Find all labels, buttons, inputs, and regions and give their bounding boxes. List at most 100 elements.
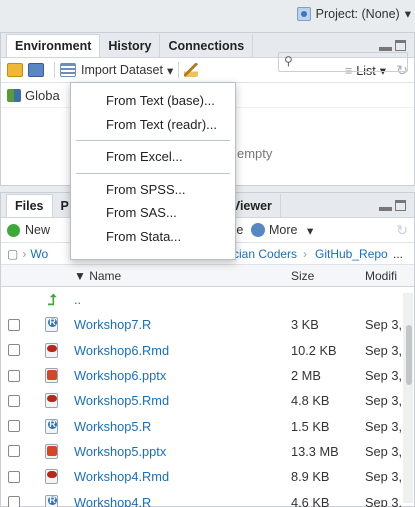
file-modified: Sep 3, — [365, 418, 402, 434]
scrollbar-thumb[interactable] — [406, 325, 412, 385]
file-modified: Sep 3, — [365, 342, 402, 358]
home-icon[interactable]: ▢ — [7, 247, 18, 261]
file-name[interactable]: Workshop6.pptx — [74, 368, 166, 383]
file-checkbox[interactable] — [8, 344, 20, 357]
file-row[interactable]: Workshop5.Rmd 4.8 KB Sep 3, — [1, 388, 414, 413]
open-folder-icon[interactable] — [7, 63, 23, 77]
column-modified[interactable]: Modifi — [365, 269, 397, 283]
file-row[interactable]: Workshop4.R 4.6 KB Sep 3, — [1, 489, 414, 507]
up-arrow-icon: ⮥ — [48, 292, 57, 309]
env-scope-label[interactable]: Globa — [25, 88, 60, 103]
file-size: 3 KB — [291, 317, 319, 333]
file-row[interactable]: Workshop4.Rmd 8.9 KB Sep 3, — [1, 464, 414, 489]
minimize-icon[interactable] — [379, 47, 392, 51]
file-name[interactable]: Workshop5.R — [74, 419, 151, 434]
r-file-icon — [45, 317, 58, 333]
gear-icon — [251, 223, 265, 237]
menu-divider — [76, 140, 230, 141]
file-row[interactable]: Workshop6.pptx 2 MB Sep 3, — [1, 363, 414, 388]
file-size: 13.3 MB — [291, 443, 339, 459]
project-icon — [296, 6, 311, 21]
rmd-file-icon — [45, 469, 58, 485]
new-folder-button[interactable]: New — [25, 223, 50, 237]
menu-item[interactable]: From SPSS... — [71, 178, 235, 202]
tab-history[interactable]: History — [100, 34, 161, 57]
column-name[interactable]: ▼ Name — [74, 269, 121, 283]
env-search-input[interactable]: ⚲ — [278, 52, 408, 72]
chevron-down-icon[interactable]: ▾ — [307, 223, 313, 238]
column-size[interactable]: Size — [291, 269, 314, 283]
file-checkbox[interactable] — [8, 394, 20, 407]
tab-files[interactable]: Files — [6, 194, 53, 217]
file-size: 10.2 KB — [291, 342, 337, 358]
file-modified: Sep 3, — [365, 469, 402, 485]
project-menu[interactable]: Project: (None) ▾ — [296, 6, 411, 21]
toolbar-divider — [54, 62, 55, 78]
r-file-icon — [45, 494, 58, 507]
file-size: 4.8 KB — [291, 393, 330, 409]
tab-connections[interactable]: Connections — [160, 34, 254, 57]
file-modified: Sep 3, — [365, 317, 402, 333]
parent-dir-label[interactable]: .. — [74, 292, 81, 307]
file-size: 2 MB — [291, 368, 321, 384]
file-name[interactable]: Workshop5.Rmd — [74, 393, 169, 408]
broom-icon[interactable] — [184, 63, 199, 77]
menu-item[interactable]: From Stata... — [71, 225, 235, 249]
import-dataset-button[interactable]: Import Dataset — [81, 63, 163, 77]
parent-dir-row[interactable]: ⮥ .. — [1, 287, 414, 312]
refresh-icon[interactable]: ↻ — [396, 222, 408, 239]
tab-environment[interactable]: Environment — [6, 34, 101, 57]
file-row[interactable]: Workshop5.pptx 13.3 MB Sep 3, — [1, 439, 414, 464]
file-row[interactable]: Workshop7.R 3 KB Sep 3, — [1, 312, 414, 337]
file-modified: Sep 3, — [365, 443, 402, 459]
file-name[interactable]: Workshop4.Rmd — [74, 469, 169, 484]
rmd-file-icon — [45, 342, 58, 358]
menu-divider — [76, 172, 230, 174]
menu-item[interactable]: From SAS... — [71, 201, 235, 225]
file-name[interactable]: Workshop7.R — [74, 317, 151, 332]
file-row[interactable]: Workshop6.Rmd 10.2 KB Sep 3, — [1, 338, 414, 363]
file-row[interactable]: Workshop5.R 1.5 KB Sep 3, — [1, 413, 414, 438]
file-size: 4.6 KB — [291, 494, 330, 507]
file-name[interactable]: Workshop4.R — [74, 495, 151, 507]
file-checkbox[interactable] — [8, 470, 20, 483]
file-checkbox[interactable] — [8, 496, 20, 507]
menu-item[interactable]: From Excel... — [71, 145, 235, 169]
breadcrumb-more[interactable]: ... — [393, 247, 403, 261]
menu-item[interactable]: From Text (readr)... — [71, 113, 235, 137]
save-icon[interactable] — [28, 63, 44, 77]
breadcrumb-sep: › — [303, 246, 307, 261]
file-name[interactable]: Workshop5.pptx — [74, 444, 166, 459]
env-empty-message: empty — [237, 146, 273, 161]
files-table-header: ▼ Name Size Modifi — [1, 265, 414, 287]
maximize-icon[interactable] — [395, 39, 406, 51]
breadcrumb-sep: › — [22, 246, 27, 261]
file-checkbox[interactable] — [8, 420, 20, 433]
file-modified: Sep 3, — [365, 393, 402, 409]
pptx-file-icon — [45, 368, 58, 384]
breadcrumb-item[interactable]: GitHub_Repo — [315, 247, 388, 261]
env-window-controls — [379, 39, 406, 51]
breadcrumb-home[interactable]: Wo — [30, 247, 48, 261]
file-list: ⮥ .. Workshop7.R 3 KB Sep 3, Workshop6.Rmd 1… — [1, 287, 414, 507]
file-modified: Sep 3, — [365, 494, 402, 507]
maximize-icon[interactable] — [395, 199, 406, 211]
breadcrumb-item[interactable]: cian Coders — [233, 247, 297, 261]
file-checkbox[interactable] — [8, 369, 20, 382]
toolbar-divider — [178, 62, 180, 78]
file-checkbox[interactable] — [8, 445, 20, 458]
import-dataset-menu: From Text (base)... From Text (readr)... F… — [70, 82, 236, 260]
search-icon: ⚲ — [284, 54, 293, 68]
file-checkbox[interactable] — [8, 318, 20, 331]
import-caret-icon[interactable]: ▾ — [167, 63, 173, 78]
top-bar: Project: (None) ▾ — [0, 0, 415, 28]
more-button[interactable]: More — [269, 223, 297, 237]
file-name[interactable]: Workshop6.Rmd — [74, 343, 169, 358]
minimize-icon[interactable] — [379, 207, 392, 211]
menu-item[interactable]: From Text (base)... — [71, 89, 235, 113]
import-dataset-icon — [60, 63, 76, 77]
r-file-icon — [45, 418, 58, 434]
new-folder-icon — [7, 223, 20, 237]
file-size: 8.9 KB — [291, 469, 330, 485]
file-modified: Sep 3, — [365, 368, 402, 384]
